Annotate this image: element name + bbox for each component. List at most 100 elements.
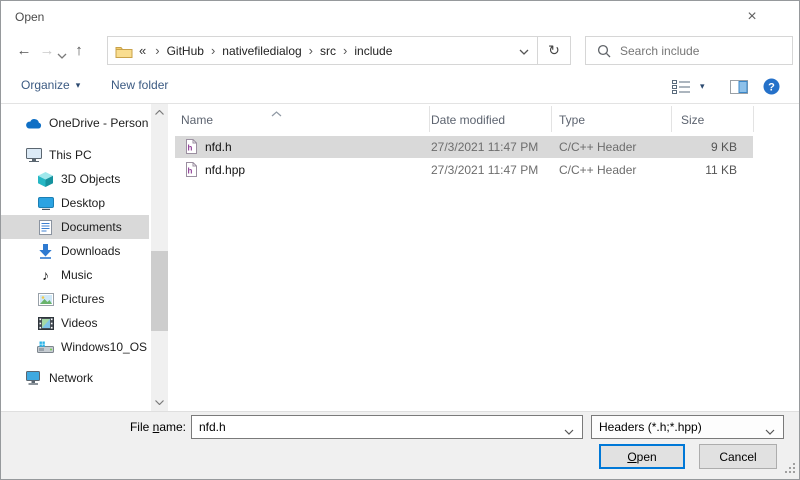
window-title: Open	[15, 10, 44, 24]
column-divider[interactable]	[671, 106, 672, 132]
column-header-date-modified[interactable]: Date modified	[431, 107, 541, 133]
views-caret-icon[interactable]: ▾	[700, 81, 705, 92]
sidebar-scrollbar[interactable]	[151, 104, 168, 411]
sidebar-item-documents[interactable]: Documents	[1, 215, 149, 239]
network-icon	[25, 371, 42, 385]
details-view-icon[interactable]	[672, 80, 691, 97]
file-type-value: Headers (*.h;*.hpp)	[599, 416, 702, 438]
column-divider[interactable]	[753, 106, 754, 132]
computer-icon	[25, 148, 42, 162]
crumb-separator: ›	[155, 43, 159, 58]
file-name: nfd.hpp	[205, 159, 425, 181]
column-divider[interactable]	[551, 106, 552, 132]
svg-text:h: h	[188, 144, 193, 153]
sidebar-item-onedrive[interactable]: OneDrive - Person	[1, 111, 149, 135]
command-bar: Organize ▾ New folder ▾	[1, 69, 799, 104]
scrollbar-thumb[interactable]	[151, 251, 168, 331]
column-header-type[interactable]: Type	[559, 107, 659, 133]
sidebar-item-label: Music	[61, 268, 92, 282]
cancel-label: Cancel	[719, 450, 756, 464]
file-date-modified: 27/3/2021 11:47 PM	[431, 159, 555, 181]
navigation-bar: ← → ↑ « › GitHub › nativefiledialog › sr…	[1, 33, 799, 69]
sidebar-item-label: Documents	[61, 220, 122, 234]
sidebar-item-label: This PC	[49, 148, 92, 162]
file-size: 11 KB	[641, 159, 745, 181]
scroll-up-icon[interactable]	[151, 104, 168, 121]
crumb-separator: ›	[309, 43, 313, 58]
crumb-separator: ›	[211, 43, 215, 58]
sidebar-item-label: Desktop	[61, 196, 105, 210]
open-button[interactable]: Open	[599, 444, 685, 469]
breadcrumb-item-nativefiledialog[interactable]: nativefiledialog	[222, 44, 301, 58]
file-type-select[interactable]: Headers (*.h;*.hpp)	[591, 415, 784, 439]
file-date-modified: 27/3/2021 11:47 PM	[431, 136, 555, 158]
close-icon[interactable]: ×	[737, 5, 767, 29]
svg-text:?: ?	[768, 82, 775, 94]
scroll-down-icon[interactable]	[151, 394, 168, 411]
file-name: nfd.h	[205, 136, 425, 158]
breadcrumb-item-github[interactable]: GitHub	[167, 44, 204, 58]
sidebar-item-label: 3D Objects	[61, 172, 120, 186]
back-icon[interactable]: ←	[13, 41, 35, 61]
label-text: File	[130, 420, 153, 434]
sidebar-item-music[interactable]: ♪ Music	[1, 263, 149, 287]
new-folder-button[interactable]: New folder	[111, 78, 168, 92]
search-input[interactable]: Search include	[620, 44, 699, 58]
sidebar-item-3d-objects[interactable]: 3D Objects	[1, 167, 149, 191]
sidebar-item-downloads[interactable]: Downloads	[1, 239, 149, 263]
sidebar-item-videos[interactable]: Videos	[1, 311, 149, 335]
sidebar-item-network[interactable]: Network	[1, 366, 149, 390]
folder-icon	[115, 44, 133, 58]
column-divider[interactable]	[429, 106, 430, 132]
help-icon[interactable]: ?	[763, 78, 780, 98]
sidebar-item-desktop[interactable]: Desktop	[1, 191, 149, 215]
picture-icon	[37, 293, 54, 306]
organize-button[interactable]: Organize ▾	[21, 78, 80, 92]
address-dropdown-chevron-icon[interactable]	[511, 44, 537, 58]
column-header-size[interactable]: Size	[681, 107, 741, 133]
file-type-chevron-icon	[765, 424, 775, 438]
svg-text:h: h	[188, 167, 193, 176]
title-bar[interactable]: Open ×	[1, 1, 799, 33]
refresh-icon[interactable]: ↻	[538, 42, 570, 59]
new-folder-label: New folder	[111, 78, 168, 92]
sidebar-item-windows-drive[interactable]: Windows10_OS (	[1, 335, 149, 359]
sidebar-item-this-pc[interactable]: This PC	[1, 143, 149, 167]
file-row-nfd-hpp[interactable]: h nfd.hpp 27/3/2021 11:47 PM C/C++ Heade…	[175, 159, 753, 181]
sidebar-item-label: Windows10_OS (	[61, 340, 149, 354]
sidebar-item-pictures[interactable]: Pictures	[1, 287, 149, 311]
search-icon	[597, 44, 611, 58]
drive-icon	[37, 341, 54, 354]
sidebar-item-label: Downloads	[61, 244, 120, 258]
file-row-nfd-h[interactable]: h nfd.h 27/3/2021 11:47 PM C/C++ Header …	[175, 136, 753, 158]
organize-label: Organize	[21, 78, 70, 92]
resize-grip[interactable]	[785, 463, 796, 477]
history-chevron-icon[interactable]	[57, 48, 67, 62]
music-note-icon: ♪	[37, 268, 54, 282]
file-name-dropdown-chevron-icon[interactable]	[564, 424, 574, 438]
preview-pane-icon[interactable]	[730, 80, 748, 97]
forward-icon: →	[37, 41, 57, 61]
breadcrumb[interactable]: « › GitHub › nativefiledialog › src › in…	[107, 36, 571, 65]
navigation-pane: OneDrive - Person This PC	[1, 104, 171, 411]
file-name-input[interactable]: nfd.h	[191, 415, 583, 439]
up-icon[interactable]: ↑	[69, 41, 89, 61]
open-label: pen	[637, 450, 657, 464]
breadcrumb-item-include[interactable]: include	[354, 44, 392, 58]
label-text: ame:	[159, 420, 186, 434]
download-arrow-icon	[37, 244, 54, 259]
open-label: O	[627, 450, 636, 464]
content-area: OneDrive - Person This PC	[1, 104, 799, 411]
column-header-name[interactable]: Name	[181, 107, 421, 133]
search-box[interactable]: Search include	[585, 36, 793, 65]
sidebar-item-label: Network	[49, 371, 93, 385]
breadcrumb-item-src[interactable]: src	[320, 44, 336, 58]
caret-down-icon: ▾	[76, 80, 81, 91]
breadcrumb-overflow[interactable]: «	[139, 43, 146, 58]
desktop-icon	[37, 197, 54, 210]
film-icon	[37, 317, 54, 330]
crumb-separator: ›	[343, 43, 347, 58]
sidebar-item-label: OneDrive - Person	[49, 116, 148, 130]
document-icon	[37, 220, 54, 235]
cancel-button[interactable]: Cancel	[699, 444, 777, 469]
